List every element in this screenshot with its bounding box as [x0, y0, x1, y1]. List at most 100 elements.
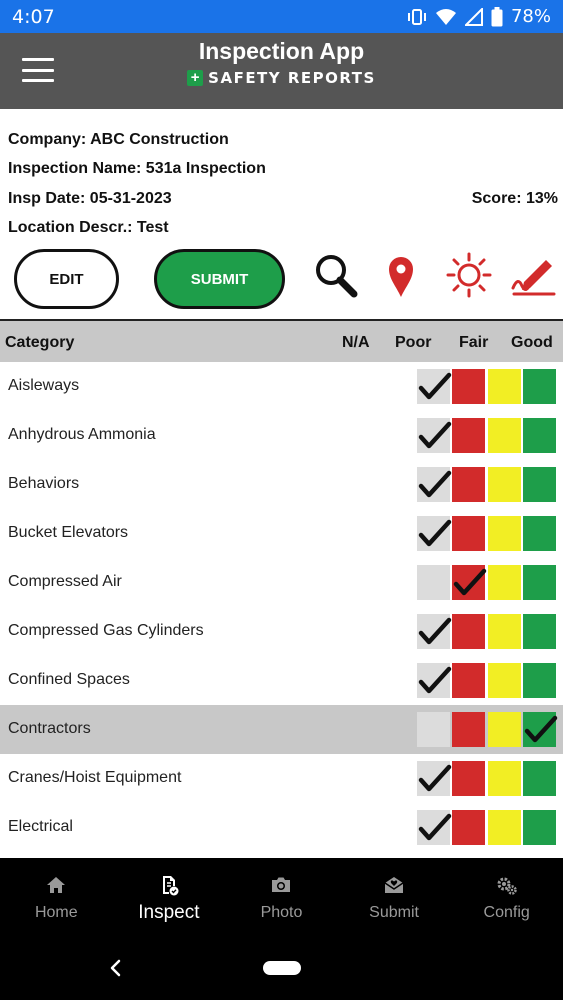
rating-poor-cell[interactable] [452, 712, 485, 747]
category-label: Anhydrous Ammonia [8, 426, 156, 443]
edit-button[interactable]: EDIT [14, 249, 119, 309]
rating-fair-cell[interactable] [488, 761, 521, 796]
rating-fair-cell[interactable] [488, 516, 521, 551]
category-row[interactable]: Confined Spaces [0, 656, 563, 705]
rating-fair-cell[interactable] [488, 418, 521, 453]
rating-fair-cell[interactable] [488, 565, 521, 600]
inspect-icon [162, 876, 179, 896]
checkmark-icon [418, 372, 452, 400]
bottom-nav: Home Inspect Photo Submit Config [0, 858, 563, 940]
nav-inspect[interactable]: Inspect [113, 858, 226, 940]
gears-icon [497, 877, 517, 895]
rating-fair-cell[interactable] [488, 810, 521, 845]
rating-good-cell[interactable] [523, 761, 556, 796]
rating-fair-cell[interactable] [488, 663, 521, 698]
category-row[interactable]: Anhydrous Ammonia [0, 411, 563, 460]
category-row[interactable]: Aisleways [0, 362, 563, 411]
sun-icon[interactable] [446, 252, 492, 298]
nav-photo[interactable]: Photo [225, 858, 338, 940]
rating-poor-cell[interactable] [452, 614, 485, 649]
location-pin-icon[interactable] [378, 252, 424, 298]
rating-poor-cell[interactable] [452, 467, 485, 502]
insp-date-label: Insp Date: 05-31-2023 [8, 189, 172, 207]
camera-icon [272, 877, 291, 892]
category-label: Confined Spaces [8, 671, 130, 688]
rating-good-cell[interactable] [523, 614, 556, 649]
app-header: Inspection App + SAFETY REPORTS [0, 33, 563, 109]
category-row[interactable]: Contractors [0, 705, 563, 754]
rating-fair-cell[interactable] [488, 467, 521, 502]
plus-cross-icon: + [187, 70, 204, 86]
status-bar: 4:07 78% [0, 0, 563, 33]
category-row[interactable]: Electrical [0, 803, 563, 852]
rating-fair-cell[interactable] [488, 712, 521, 747]
nav-submit[interactable]: Submit [338, 858, 451, 940]
home-gesture-pill[interactable] [263, 961, 301, 975]
nav-config[interactable]: Config [450, 858, 563, 940]
rating-poor-cell[interactable] [452, 516, 485, 551]
nav-label: Home [34, 904, 78, 921]
category-row[interactable]: Compressed Gas Cylinders [0, 607, 563, 656]
rating-good-cell[interactable] [523, 810, 556, 845]
category-label: Electrical [8, 818, 73, 835]
nav-home[interactable]: Home [0, 858, 113, 940]
system-nav-bar [0, 940, 563, 1000]
category-row[interactable]: Cranes/Hoist Equipment [0, 754, 563, 803]
checkmark-icon [418, 470, 452, 498]
app-title: Inspection App [198, 38, 365, 64]
signature-icon[interactable] [510, 252, 556, 298]
header-poor: Poor [395, 334, 432, 351]
back-chevron-icon[interactable] [104, 956, 128, 980]
rating-na-cell[interactable] [417, 565, 450, 600]
submit-icon [384, 877, 404, 893]
rating-fair-cell[interactable] [488, 614, 521, 649]
inspection-name-label: Inspection Name: 531a Inspection [8, 160, 266, 178]
checkmark-icon [418, 617, 452, 645]
nav-label: Inspect [138, 902, 200, 923]
checkmark-icon [418, 519, 452, 547]
rating-na-cell[interactable] [417, 614, 452, 649]
checkmark-icon [418, 421, 452, 449]
category-row[interactable]: Behaviors [0, 460, 563, 509]
header-good: Good [511, 334, 553, 351]
rating-na-cell[interactable] [417, 369, 452, 404]
home-icon [47, 877, 66, 893]
category-label: Compressed Gas Cylinders [8, 622, 204, 639]
rating-good-cell[interactable] [523, 516, 556, 551]
rating-na-cell[interactable] [417, 810, 452, 845]
status-icons: 78% [407, 6, 551, 27]
rating-poor-cell[interactable] [452, 761, 485, 796]
app-subtitle: + SAFETY REPORTS [0, 69, 563, 87]
rating-good-cell[interactable] [523, 712, 558, 747]
header-na: N/A [342, 334, 370, 351]
rating-good-cell[interactable] [523, 369, 556, 404]
rating-good-cell[interactable] [523, 663, 556, 698]
rating-na-cell[interactable] [417, 761, 452, 796]
category-row[interactable]: Bucket Elevators [0, 509, 563, 558]
category-list: Aisleways Anhydrous Ammonia Behaviors Bucke… [0, 362, 563, 852]
checkmark-icon [453, 568, 487, 596]
rating-na-cell[interactable] [417, 663, 452, 698]
rating-poor-cell[interactable] [452, 663, 485, 698]
rating-fair-cell[interactable] [488, 369, 521, 404]
location-label: Location Descr.: Test [8, 219, 169, 237]
category-label: Aisleways [8, 377, 80, 394]
header-fair: Fair [459, 334, 489, 351]
score-label: Score: 13% [471, 189, 558, 207]
rating-poor-cell[interactable] [452, 418, 485, 453]
vibrate-icon [407, 8, 426, 25]
rating-na-cell[interactable] [417, 467, 452, 502]
checkmark-icon [418, 666, 452, 694]
submit-button[interactable]: SUBMIT [154, 249, 285, 309]
rating-na-cell[interactable] [417, 516, 452, 551]
rating-good-cell[interactable] [523, 467, 556, 502]
category-row[interactable]: Compressed Air [0, 558, 563, 607]
rating-good-cell[interactable] [523, 565, 556, 600]
rating-good-cell[interactable] [523, 418, 556, 453]
rating-na-cell[interactable] [417, 418, 452, 453]
rating-poor-cell[interactable] [452, 810, 485, 845]
rating-poor-cell[interactable] [452, 565, 487, 600]
rating-na-cell[interactable] [417, 712, 450, 747]
search-icon[interactable] [312, 252, 358, 298]
rating-poor-cell[interactable] [452, 369, 485, 404]
